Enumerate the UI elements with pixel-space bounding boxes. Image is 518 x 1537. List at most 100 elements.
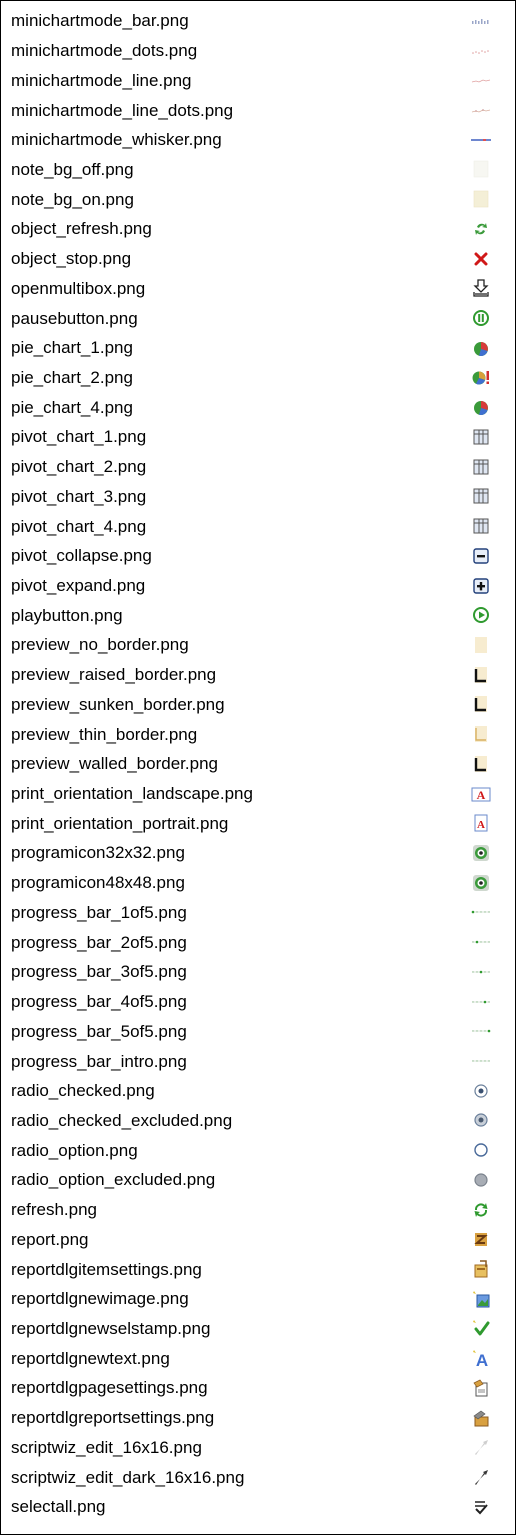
program-eye-icon <box>471 843 491 863</box>
file-name: minichartmode_whisker.png <box>11 130 222 150</box>
file-list-panel: minichartmode_bar.png minichartmode_dots.… <box>0 0 516 1535</box>
file-list-item[interactable]: programicon32x32.png <box>11 838 511 868</box>
file-list-item[interactable]: progress_bar_2of5.png <box>11 927 511 957</box>
file-list-item[interactable]: playbutton.png <box>11 600 511 630</box>
report-new-image-icon <box>471 1289 491 1309</box>
file-name: minichartmode_line.png <box>11 70 192 90</box>
file-list-item[interactable]: pivot_chart_2.png <box>11 452 511 482</box>
download-tray-icon <box>471 278 491 298</box>
file-list-item[interactable]: minichartmode_bar.png <box>11 6 511 36</box>
file-name: reportdlgnewselstamp.png <box>11 1318 211 1338</box>
file-list-item[interactable]: minichartmode_line_dots.png <box>11 95 511 125</box>
file-list-item[interactable]: radio_option_excluded.png <box>11 1165 511 1195</box>
file-name: reportdlgitemsettings.png <box>11 1259 202 1279</box>
letter-a-landscape-icon: A <box>471 784 491 804</box>
file-name: pie_chart_2.png <box>11 367 133 387</box>
pivot-chart-icon <box>471 427 491 447</box>
file-name: progress_bar_5of5.png <box>11 1021 187 1041</box>
file-list-item[interactable]: pie_chart_4.png <box>11 392 511 422</box>
file-list-item[interactable]: minichartmode_dots.png <box>11 36 511 66</box>
minichart-dots-icon <box>471 41 491 61</box>
file-list-item[interactable]: selectall.png <box>11 1492 511 1522</box>
file-list-item[interactable]: minichartmode_line.png <box>11 65 511 95</box>
minus-box-icon <box>471 546 491 566</box>
page-border-icon <box>471 694 491 714</box>
minichart-line-dots-icon <box>471 100 491 120</box>
file-name: preview_sunken_border.png <box>11 694 225 714</box>
file-list-item[interactable]: note_bg_on.png <box>11 184 511 214</box>
file-list-item[interactable]: pausebutton.png <box>11 303 511 333</box>
file-list-item[interactable]: radio_option.png <box>11 1135 511 1165</box>
file-list-item[interactable]: reportdlgreportsettings.png <box>11 1403 511 1433</box>
file-name: progress_bar_1of5.png <box>11 902 187 922</box>
file-name: refresh.png <box>11 1200 97 1220</box>
file-list-item[interactable]: report.png <box>11 1224 511 1254</box>
file-list-item[interactable]: progress_bar_5of5.png <box>11 1016 511 1046</box>
file-list-item[interactable]: preview_sunken_border.png <box>11 690 511 720</box>
file-name: openmultibox.png <box>11 278 146 298</box>
file-list-item[interactable]: scriptwiz_edit_16x16.png <box>11 1433 511 1463</box>
file-list-item[interactable]: reportdlgnewselstamp.png <box>11 1314 511 1344</box>
file-list-item[interactable]: print_orientation_landscape.png A <box>11 779 511 809</box>
report-new-stamp-icon <box>471 1318 491 1338</box>
file-name: reportdlgpagesettings.png <box>11 1378 208 1398</box>
file-name: pie_chart_1.png <box>11 338 133 358</box>
file-name: note_bg_off.png <box>11 159 134 179</box>
file-list-item[interactable]: reportdlgnewimage.png <box>11 1284 511 1314</box>
file-list-item[interactable]: preview_raised_border.png <box>11 660 511 690</box>
file-list-item[interactable]: reportdlgnewtext.png A <box>11 1343 511 1373</box>
file-list-item[interactable]: object_stop.png <box>11 244 511 274</box>
file-list-item[interactable]: pivot_expand.png <box>11 571 511 601</box>
file-list-item[interactable]: refresh.png <box>11 1195 511 1225</box>
file-list-item[interactable]: radio_checked_excluded.png <box>11 1106 511 1136</box>
file-list-item[interactable]: pivot_chart_3.png <box>11 482 511 512</box>
file-list-item[interactable]: pie_chart_1.png <box>11 333 511 363</box>
file-name: radio_option_excluded.png <box>11 1170 216 1190</box>
pause-circle-icon <box>471 308 491 328</box>
pivot-chart-icon <box>471 486 491 506</box>
file-list-item[interactable]: scriptwiz_edit_dark_16x16.png <box>11 1462 511 1492</box>
file-list-item[interactable]: progress_bar_3of5.png <box>11 957 511 987</box>
plus-box-icon <box>471 576 491 596</box>
file-name: reportdlgnewtext.png <box>11 1348 170 1368</box>
file-list-item[interactable]: pivot_chart_4.png <box>11 511 511 541</box>
edit-arrow-light-icon <box>471 1437 491 1457</box>
file-list-item[interactable]: note_bg_off.png <box>11 155 511 185</box>
green-refresh-icon <box>471 1200 491 1220</box>
file-list-item[interactable]: preview_no_border.png <box>11 630 511 660</box>
file-name: reportdlgnewimage.png <box>11 1289 189 1309</box>
file-list-item[interactable]: preview_walled_border.png <box>11 749 511 779</box>
file-list-item[interactable]: pivot_chart_1.png <box>11 422 511 452</box>
file-name: scriptwiz_edit_16x16.png <box>11 1437 202 1457</box>
file-name: print_orientation_portrait.png <box>11 813 229 833</box>
play-circle-icon <box>471 605 491 625</box>
file-list-item[interactable]: pivot_collapse.png <box>11 541 511 571</box>
file-name: progress_bar_intro.png <box>11 1051 187 1071</box>
minichart-whisker-icon <box>471 130 491 150</box>
file-list-item[interactable]: print_orientation_portrait.png A <box>11 808 511 838</box>
file-name: preview_raised_border.png <box>11 665 217 685</box>
page-no-border-icon <box>471 635 491 655</box>
file-list-item[interactable]: reportdlgitemsettings.png <box>11 1254 511 1284</box>
file-list-item[interactable]: progress_bar_1of5.png <box>11 898 511 928</box>
file-name: object_stop.png <box>11 249 132 269</box>
radio-option-excluded-icon <box>471 1170 491 1190</box>
file-name: radio_checked.png <box>11 1081 155 1101</box>
svg-text:A: A <box>477 788 486 802</box>
file-list-item[interactable]: progress_bar_intro.png <box>11 1046 511 1076</box>
file-name: pivot_chart_4.png <box>11 516 147 536</box>
file-name: playbutton.png <box>11 605 123 625</box>
file-list-item[interactable]: object_refresh.png <box>11 214 511 244</box>
progress-dots-icon <box>471 962 491 982</box>
file-list-item[interactable]: programicon48x48.png <box>11 868 511 898</box>
file-list-item[interactable]: openmultibox.png <box>11 273 511 303</box>
file-list-item[interactable]: radio_checked.png <box>11 1076 511 1106</box>
progress-dots-icon <box>471 902 491 922</box>
progress-dots-icon <box>471 1051 491 1071</box>
file-list-item[interactable]: reportdlgpagesettings.png <box>11 1373 511 1403</box>
file-list-item[interactable]: pie_chart_2.png <box>11 363 511 393</box>
file-list-item[interactable]: progress_bar_4of5.png <box>11 987 511 1017</box>
file-list-item[interactable]: preview_thin_border.png <box>11 719 511 749</box>
file-name: preview_no_border.png <box>11 635 189 655</box>
file-list-item[interactable]: minichartmode_whisker.png <box>11 125 511 155</box>
